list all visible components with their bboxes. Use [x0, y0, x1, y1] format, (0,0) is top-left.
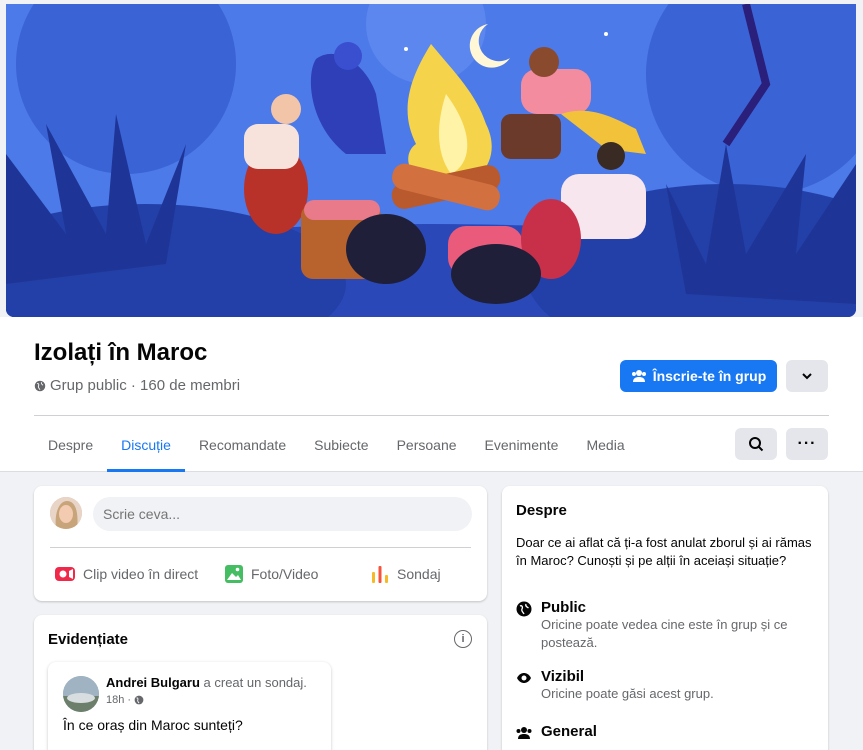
- photo-video-label: Foto/Video: [251, 566, 319, 582]
- about-item-heading: Public: [541, 599, 587, 616]
- more-options-button[interactable]: [786, 360, 828, 392]
- group-title: Izolați în Maroc: [34, 339, 208, 366]
- write-something-input[interactable]: [93, 497, 472, 531]
- author-avatar-image: [63, 676, 99, 712]
- live-video-label: Clip video în direct: [83, 566, 199, 582]
- about-description: Doar ce ai aflat că ți-a fost anulat zbo…: [516, 535, 812, 568]
- tab-despre[interactable]: Despre: [34, 417, 107, 472]
- avatar[interactable]: [50, 497, 82, 529]
- people-icon: [516, 727, 532, 739]
- highlights-title: Evidențiate: [48, 631, 129, 648]
- join-group-label: Înscrie-te în grup: [652, 368, 767, 384]
- more-actions-button[interactable]: ···: [786, 428, 828, 460]
- about-item-heading: General: [541, 723, 597, 740]
- post-time-text[interactable]: 18h ·: [106, 694, 131, 706]
- tab-subiecte[interactable]: Subiecte: [300, 417, 382, 472]
- join-group-button[interactable]: Înscrie-te în grup: [620, 360, 777, 392]
- about-item-visible: Vizibil Oricine poate găsi acest grup.: [516, 668, 811, 703]
- avatar[interactable]: [63, 676, 99, 712]
- user-avatar-image: [50, 497, 82, 529]
- composer-divider: [50, 547, 471, 548]
- poll-label: Sondaj: [397, 566, 441, 582]
- about-item-public: Public Oricine poate vedea cine este în …: [516, 599, 811, 652]
- about-card: Despre Doar ce ai aflat că ți-a fost anu…: [502, 486, 828, 750]
- tab-persoane[interactable]: Persoane: [383, 417, 471, 472]
- about-title: Despre: [516, 502, 567, 519]
- globe-icon: [34, 380, 46, 391]
- group-header: Izolați în Maroc Grup public · 160 de me…: [0, 317, 863, 472]
- cover-image: [6, 4, 856, 317]
- about-item-heading: Vizibil: [541, 668, 585, 685]
- photo-video-button[interactable]: Foto/Video: [224, 563, 318, 585]
- poll-icon: [372, 566, 388, 583]
- tab-media[interactable]: Media: [572, 417, 638, 472]
- tab-evenimente[interactable]: Evenimente: [471, 417, 573, 472]
- globe-icon: [134, 695, 144, 705]
- poll-button[interactable]: Sondaj: [370, 563, 441, 585]
- globe-icon: [516, 601, 532, 617]
- group-meta: Grup public · 160 de membri: [34, 377, 240, 394]
- tab-recomandate[interactable]: Recomandate: [185, 417, 300, 472]
- live-video-icon: [55, 567, 75, 581]
- group-meta-text: Grup public · 160 de membri: [50, 377, 241, 394]
- header-divider: [34, 415, 829, 416]
- about-item-detail: Oricine poate vedea cine este în grup și…: [541, 617, 788, 650]
- about-item-general: General: [516, 723, 597, 741]
- highlighted-post[interactable]: Andrei Bulgaru a creat un sondaj. 18h · …: [48, 662, 331, 750]
- post-composer: Clip video în direct Foto/Video Sondaj: [34, 486, 487, 601]
- post-author-line: Andrei Bulgaru a creat un sondaj.: [106, 675, 307, 690]
- post-author-name[interactable]: Andrei Bulgaru: [106, 675, 200, 690]
- photo-icon: [225, 565, 243, 583]
- info-icon[interactable]: i: [454, 630, 472, 648]
- post-timestamp: 18h ·: [106, 694, 144, 706]
- people-icon: [631, 370, 646, 382]
- search-icon: [749, 437, 764, 452]
- group-tabs: Despre Discuție Recomandate Subiecte Per…: [34, 417, 639, 472]
- search-button[interactable]: [735, 428, 777, 460]
- post-action-text: a creat un sondaj.: [203, 675, 307, 690]
- live-video-button[interactable]: Clip video în direct: [54, 563, 198, 585]
- post-text: În ce oraș din Maroc sunteți?: [63, 717, 243, 733]
- campfire-illustration: [6, 4, 856, 317]
- ellipsis-icon: ···: [797, 435, 817, 452]
- tab-discutie[interactable]: Discuție: [107, 417, 185, 472]
- eye-icon: [517, 673, 531, 683]
- highlights-card: Evidențiate i Andrei Bulgaru a creat un …: [34, 615, 487, 750]
- chevron-down-icon: [802, 373, 812, 380]
- about-item-detail: Oricine poate găsi acest grup.: [541, 686, 714, 701]
